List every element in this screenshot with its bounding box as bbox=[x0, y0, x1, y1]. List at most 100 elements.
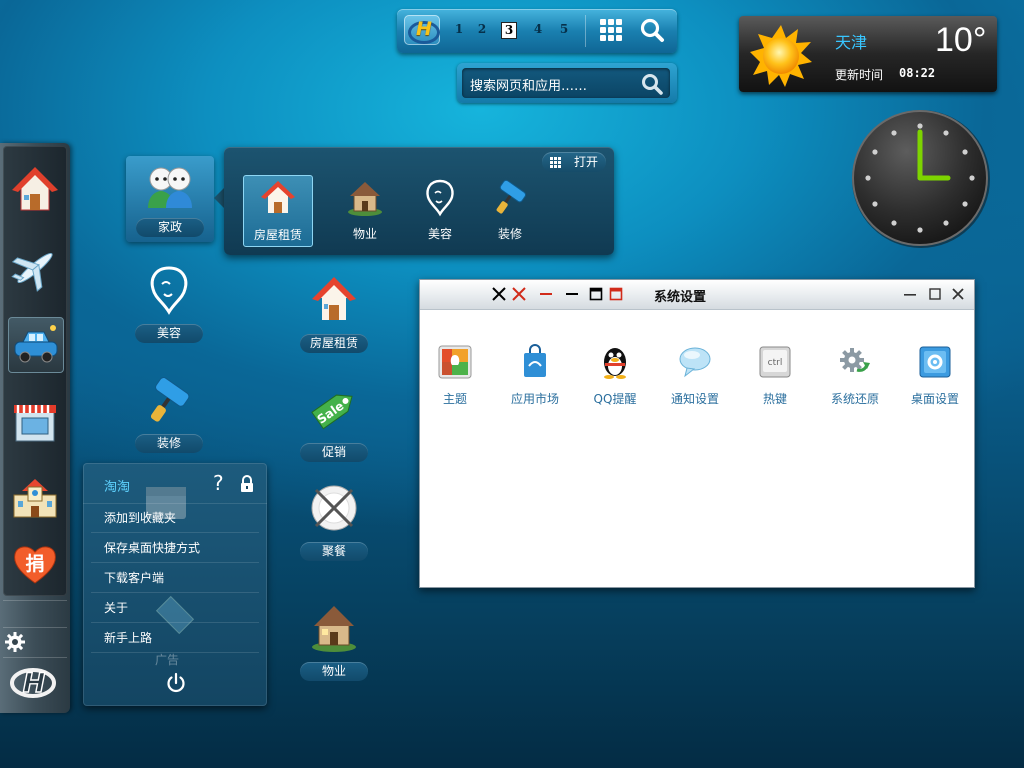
qq-penguin-icon bbox=[604, 348, 626, 379]
desktop-settings-icon bbox=[919, 346, 951, 378]
page-4-button[interactable]: 4 bbox=[530, 22, 546, 39]
page-2-button[interactable]: 2 bbox=[474, 22, 490, 39]
weather-update-label: 更新时间 bbox=[835, 68, 884, 82]
maximize-icon[interactable] bbox=[927, 286, 943, 302]
search-icon[interactable] bbox=[639, 17, 665, 43]
minimize-icon[interactable] bbox=[538, 286, 554, 302]
car-icon[interactable] bbox=[8, 317, 64, 373]
icon-label: 装修 bbox=[135, 434, 203, 453]
lock-icon[interactable] bbox=[239, 475, 255, 493]
clock-hour-mark bbox=[891, 130, 897, 136]
menu-item-getting-started[interactable]: 新手上路 bbox=[91, 623, 259, 653]
search-icon[interactable] bbox=[640, 72, 664, 96]
people-icon bbox=[148, 167, 192, 208]
help-icon[interactable]: ? bbox=[213, 471, 224, 495]
system-settings-window: 系统设置 主题 应用市场 QQ提醒 通知设置 ctrl 热键 系统还原 桌面设置 bbox=[419, 279, 975, 588]
folder-item-beauty[interactable]: 美容 bbox=[406, 175, 474, 245]
close-icon[interactable] bbox=[511, 286, 527, 302]
open-folder-button[interactable]: 打开 bbox=[542, 152, 606, 172]
clock-hour-mark bbox=[969, 175, 975, 181]
setting-app-market[interactable]: 应用市场 bbox=[495, 344, 575, 430]
analog-clock[interactable] bbox=[850, 108, 992, 250]
desktop-icon-decoration[interactable]: 装修 bbox=[129, 372, 209, 462]
clock-hour-mark bbox=[865, 175, 871, 181]
username[interactable]: 淘淘 bbox=[104, 476, 130, 495]
setting-qq-reminder[interactable]: QQ提醒 bbox=[575, 344, 655, 430]
start-menu: 广告 淘淘 ? 添加到收藏夹 保存桌面快捷方式 下载客户端 关于 新手上路 bbox=[83, 463, 267, 706]
clock-hour-mark bbox=[917, 227, 923, 233]
gear-icon[interactable] bbox=[4, 631, 26, 653]
folder-item-property[interactable]: 物业 bbox=[331, 175, 399, 245]
page-5-button[interactable]: 5 bbox=[556, 22, 572, 39]
page-switcher-bar: H 1 2 3 4 5 bbox=[397, 9, 677, 53]
page-3-button[interactable]: 3 bbox=[501, 22, 517, 39]
window-titlebar[interactable]: 系统设置 bbox=[420, 280, 974, 310]
menu-item-add-favorites[interactable]: 添加到收藏夹 bbox=[91, 503, 259, 533]
school-icon[interactable] bbox=[8, 471, 62, 525]
clock-hour-mark bbox=[943, 220, 949, 226]
clock-hour-mark bbox=[872, 149, 878, 155]
window-content: 主题 应用市场 QQ提醒 通知设置 ctrl 热键 系统还原 桌面设置 bbox=[420, 310, 974, 586]
folder-popup: 打开 房屋租赁 物业 美容 装修 bbox=[224, 147, 614, 255]
menu-item-download-client[interactable]: 下载客户端 bbox=[91, 563, 259, 593]
ctrl-key-icon: ctrl bbox=[759, 346, 791, 378]
setting-theme[interactable]: 主题 bbox=[415, 344, 495, 430]
icon-label: 房屋租赁 bbox=[300, 334, 368, 353]
maximize-icon[interactable] bbox=[608, 286, 624, 302]
clock-hour-mark bbox=[872, 201, 878, 207]
beauty-icon bbox=[150, 266, 188, 315]
theme-icon bbox=[438, 345, 472, 379]
close-icon[interactable] bbox=[950, 286, 966, 302]
page-1-button[interactable]: 1 bbox=[451, 22, 467, 39]
grid-icon bbox=[550, 157, 561, 168]
paint-roller-icon bbox=[150, 377, 190, 422]
app-logo[interactable]: H bbox=[404, 15, 440, 45]
sale-tag-icon: Sale bbox=[311, 394, 353, 430]
ghost-label: 广告 bbox=[155, 653, 180, 667]
app-grid-icon[interactable] bbox=[600, 19, 622, 41]
cottage-icon bbox=[312, 606, 356, 652]
shop-icon[interactable] bbox=[8, 393, 62, 447]
weather-city: 天津 bbox=[835, 33, 868, 52]
house-icon bbox=[261, 181, 295, 213]
icon-label: 促销 bbox=[300, 443, 368, 462]
search-box: 搜索网页和应用…… bbox=[457, 63, 677, 103]
clock-hour-mark bbox=[943, 130, 949, 136]
minimize-icon[interactable] bbox=[564, 286, 580, 302]
power-icon[interactable] bbox=[165, 672, 187, 694]
donate-heart-icon[interactable]: 捐 bbox=[8, 536, 62, 590]
airplane-icon[interactable] bbox=[8, 241, 62, 295]
weather-widget[interactable]: 天津 10° 更新时间 08:22 bbox=[739, 16, 997, 92]
folder-item-house-rental[interactable]: 房屋租赁 bbox=[243, 175, 313, 247]
house-icon bbox=[312, 277, 356, 320]
clock-hour-mark bbox=[962, 201, 968, 207]
desktop-icon-promotion[interactable]: Sale 促销 bbox=[294, 381, 374, 471]
menu-item-save-shortcut[interactable]: 保存桌面快捷方式 bbox=[91, 533, 259, 563]
setting-desktop[interactable]: 桌面设置 bbox=[895, 344, 975, 430]
minimize-icon[interactable] bbox=[902, 286, 918, 302]
popup-pointer bbox=[214, 188, 224, 208]
icon-label: 物业 bbox=[300, 662, 368, 681]
brand-logo-icon[interactable]: H bbox=[9, 663, 57, 701]
folder-item-decoration[interactable]: 装修 bbox=[476, 175, 544, 245]
cottage-icon bbox=[348, 182, 382, 216]
dining-plate-icon bbox=[311, 485, 357, 531]
svg-text:H: H bbox=[23, 668, 46, 699]
desktop-icon-dining[interactable]: 聚餐 bbox=[294, 480, 374, 570]
desktop-icon-beauty[interactable]: 美容 bbox=[129, 262, 209, 352]
maximize-icon[interactable] bbox=[588, 286, 604, 302]
setting-notifications[interactable]: 通知设置 bbox=[655, 344, 735, 430]
search-input[interactable]: 搜索网页和应用…… bbox=[462, 68, 670, 98]
folder-housekeeping[interactable]: 家政 bbox=[126, 156, 214, 242]
close-icon[interactable] bbox=[491, 286, 507, 302]
menu-item-about[interactable]: 关于 bbox=[91, 593, 259, 623]
desktop-icon-house-rental[interactable]: 房屋租赁 bbox=[294, 272, 374, 362]
window-title: 系统设置 bbox=[654, 290, 707, 305]
desktop-icon-property[interactable]: 物业 bbox=[294, 600, 374, 690]
left-dock: 捐 H bbox=[0, 143, 70, 713]
setting-system-restore[interactable]: 系统还原 bbox=[815, 344, 895, 430]
sun-icon bbox=[750, 25, 812, 87]
setting-hotkeys[interactable]: ctrl 热键 bbox=[735, 344, 815, 430]
divider bbox=[3, 600, 67, 601]
home-icon[interactable] bbox=[8, 163, 62, 217]
